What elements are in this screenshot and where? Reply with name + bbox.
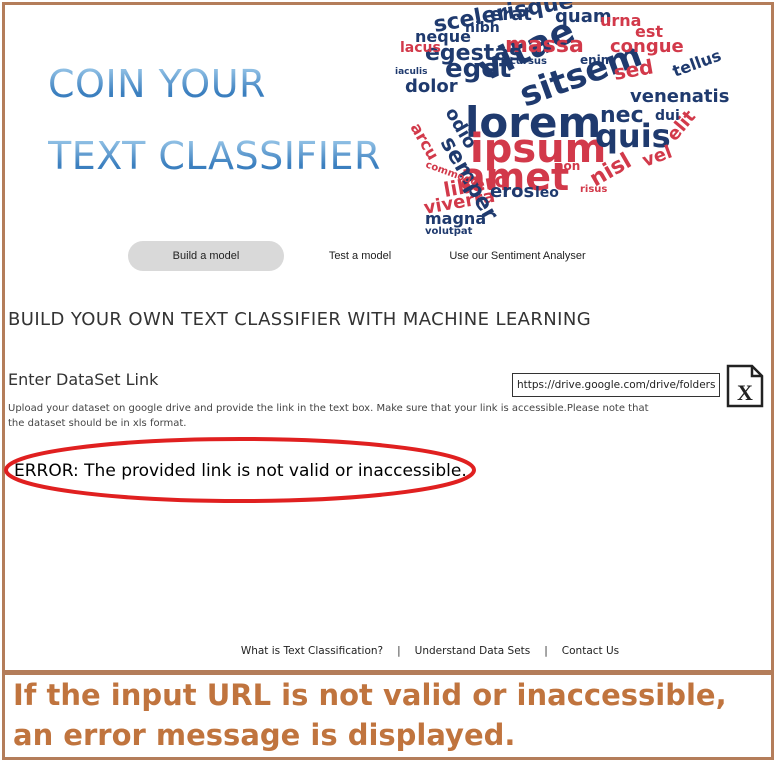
cloud-word: dolor	[405, 76, 458, 97]
caption-text: If the input URL is not valid or inacces…	[13, 678, 727, 752]
cloud-word: nibh	[465, 20, 500, 36]
footer-link-text-classification[interactable]: What is Text Classification?	[241, 645, 383, 657]
cloud-word: dui	[655, 108, 680, 124]
cloud-word: enim	[580, 53, 613, 67]
svg-text:X: X	[737, 380, 753, 405]
dataset-url-input[interactable]	[512, 373, 720, 397]
excel-file-icon[interactable]: X	[726, 364, 764, 408]
footer-link-data-sets[interactable]: Understand Data Sets	[415, 645, 531, 657]
word-cloud-image: loremipsumametsitsemvitaeegetmassasceler…	[395, 2, 741, 237]
cloud-word: volutpat	[425, 226, 473, 237]
tab-build-model[interactable]: Build a model	[128, 241, 284, 271]
dataset-help-text: Upload your dataset on google drive and …	[8, 403, 649, 429]
cloud-word: eros	[490, 181, 534, 202]
error-message: ERROR: The provided link is not valid or…	[14, 461, 467, 481]
tab-sentiment-analyser[interactable]: Use our Sentiment Analyser	[440, 241, 595, 271]
cloud-word: iaculis	[395, 67, 427, 77]
cloud-word: risus	[580, 184, 607, 195]
cloud-word: est	[635, 22, 663, 41]
dataset-link-label: Enter DataSet Link	[8, 370, 159, 389]
logo-line-2: TEXT CLASSIFIER	[48, 134, 381, 178]
cloud-word: lacus	[400, 40, 441, 56]
cloud-word: leo	[535, 185, 559, 201]
caption-box: If the input URL is not valid or inacces…	[2, 672, 774, 760]
tab-test-model[interactable]: Test a model	[310, 241, 410, 271]
cloud-word: non	[555, 159, 580, 173]
footer-link-contact[interactable]: Contact Us	[562, 645, 619, 657]
footer-separator: |	[397, 645, 401, 657]
footer-separator: |	[544, 645, 548, 657]
page-title: BUILD YOUR OWN TEXT CLASSIFIER WITH MACH…	[8, 309, 592, 330]
footer-links: What is Text Classification? | Understan…	[200, 645, 660, 657]
logo-line-1: COIN YOUR	[48, 62, 266, 106]
cloud-word: venenatis	[630, 86, 729, 107]
cloud-word: cursus	[510, 56, 547, 67]
